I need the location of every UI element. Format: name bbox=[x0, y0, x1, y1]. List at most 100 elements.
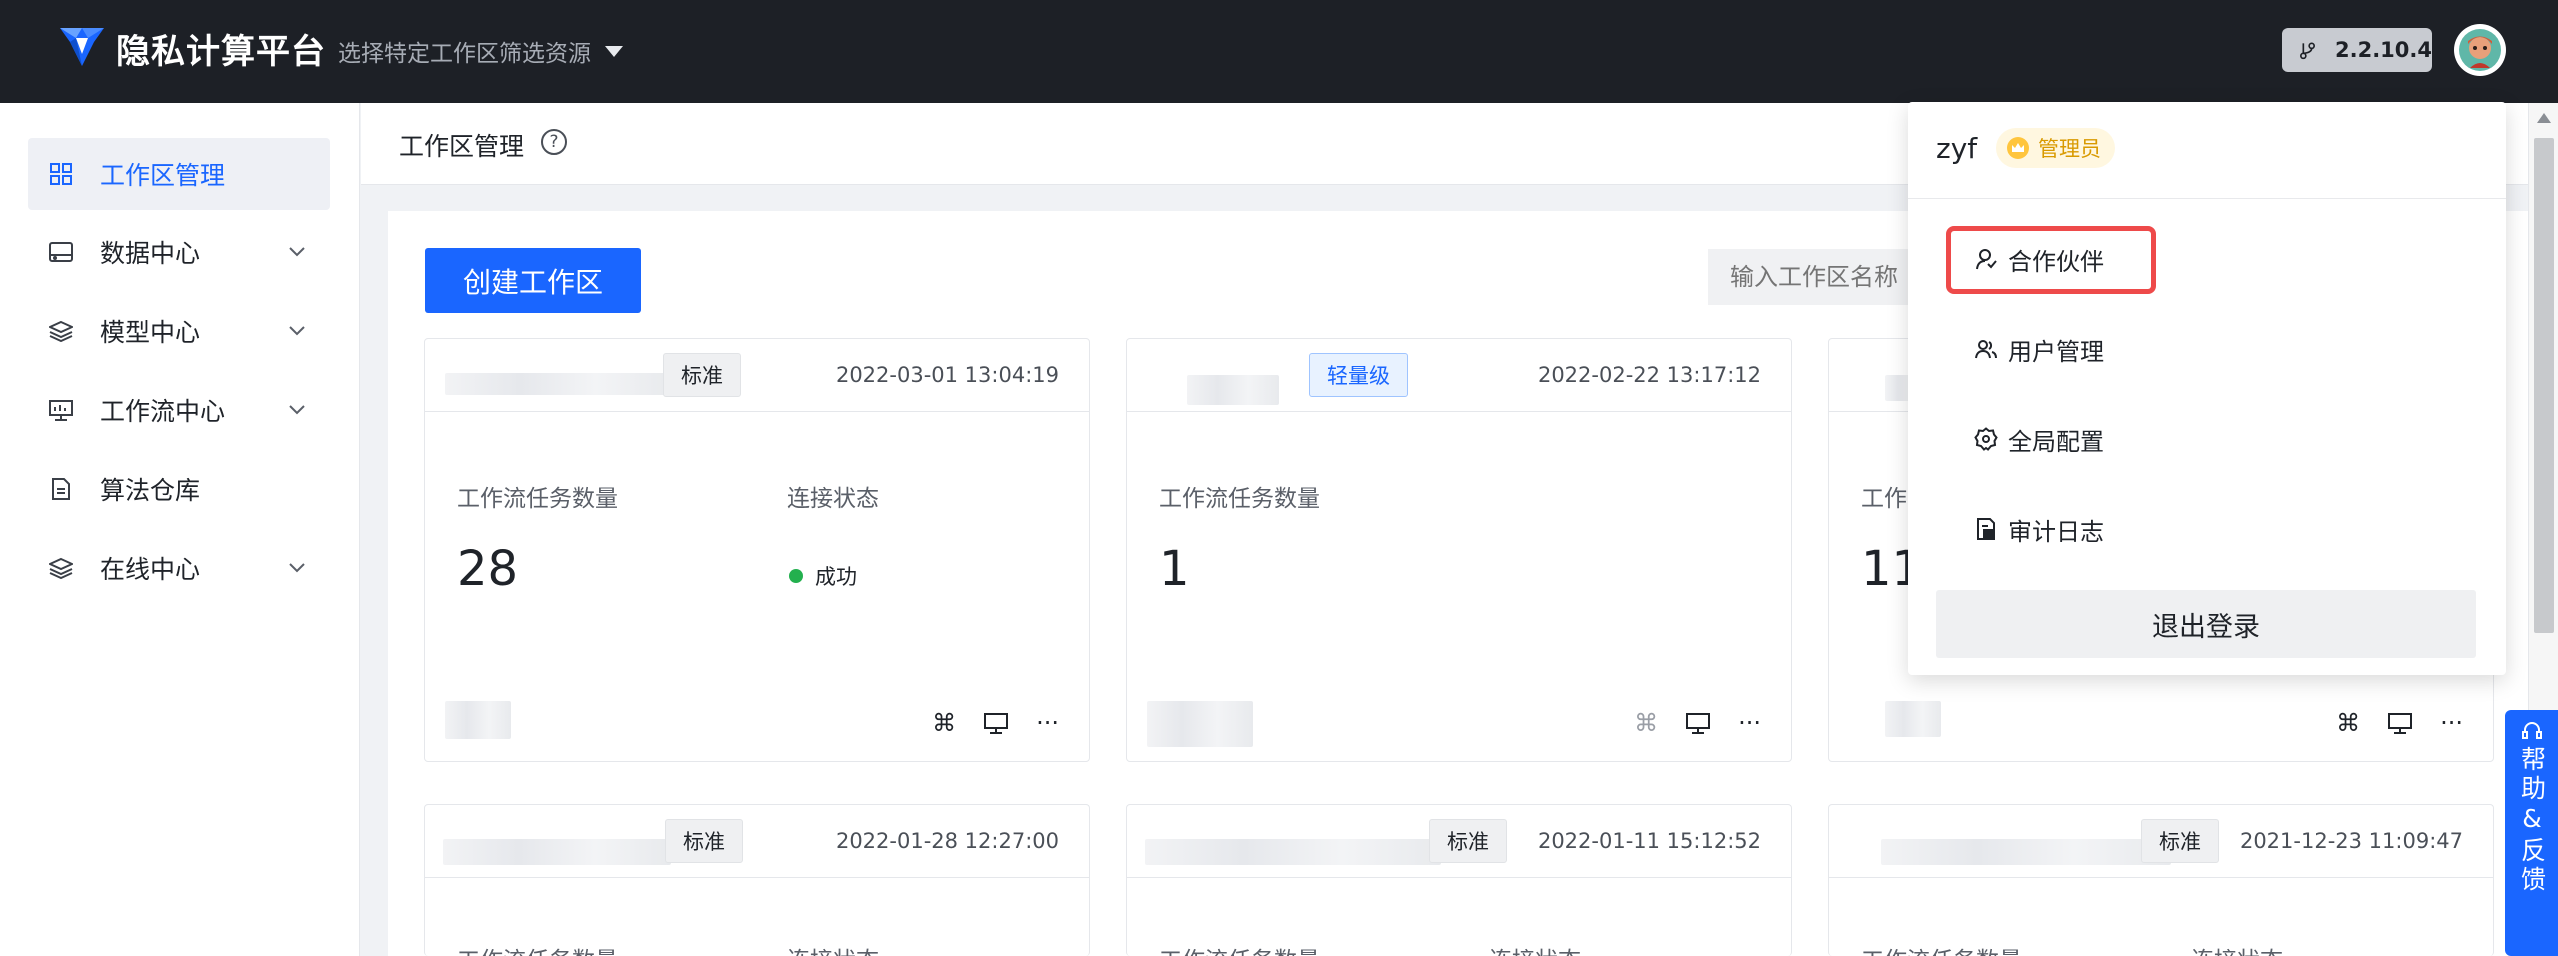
card-actions: ⌘ ··· bbox=[2336, 709, 2463, 737]
gear-icon bbox=[1974, 427, 1998, 451]
menu-item-label: 审计日志 bbox=[2008, 517, 2104, 546]
card-date: 2022-03-01 13:04:19 bbox=[835, 363, 1059, 387]
card-header: 标准 2022-01-11 15:12:52 bbox=[1127, 805, 1791, 878]
role-badge: 管理员 bbox=[1996, 128, 2115, 168]
tasks-label: 工作流任务数量 bbox=[1159, 941, 1320, 956]
redacted-name bbox=[1145, 839, 1441, 865]
connection-label: 连接状态 bbox=[787, 486, 879, 512]
connection-status: 成功 bbox=[789, 561, 857, 591]
workspace-type-tag: 标准 bbox=[663, 353, 741, 397]
sidebar-item-workspace[interactable]: 工作区管理 bbox=[28, 138, 330, 210]
chevron-down-icon bbox=[289, 405, 305, 415]
workspace-card[interactable]: 标准 2021-12-23 11:09:47 工作流任务数量 连接状态 bbox=[1828, 804, 2494, 956]
menu-item-label: 全局配置 bbox=[2008, 427, 2104, 456]
drive-icon bbox=[48, 239, 74, 265]
create-workspace-button[interactable]: 创建工作区 bbox=[425, 248, 641, 313]
sidebar-item-label: 算法仓库 bbox=[100, 476, 201, 505]
connection-label: 连接状态 bbox=[787, 941, 879, 956]
menu-item-global-config[interactable]: 全局配置 bbox=[1974, 419, 2104, 459]
connection-label: 连接状态 bbox=[1489, 941, 1581, 956]
redacted-name bbox=[1187, 375, 1279, 405]
divider bbox=[1908, 198, 2506, 199]
branch-icon bbox=[2300, 42, 2315, 60]
workspace-type-tag: 标准 bbox=[2141, 819, 2219, 863]
brand-title[interactable]: 隐私计算平台 bbox=[116, 24, 326, 73]
sidebar: 工作区管理 数据中心 模型中心 工作流中心 算法仓库 在线中心 bbox=[0, 103, 360, 956]
users-icon bbox=[1975, 340, 1997, 359]
tasks-count: 1 bbox=[1159, 541, 1190, 597]
command-icon[interactable]: ⌘ bbox=[2336, 709, 2360, 737]
workspace-type-tag: 标准 bbox=[1429, 819, 1507, 863]
workspace-filter-label: 选择特定工作区筛选资源 bbox=[338, 41, 591, 67]
command-icon[interactable]: ⌘ bbox=[1634, 709, 1658, 737]
menu-item-audit-log[interactable]: 审计日志 bbox=[1974, 509, 2104, 549]
audit-log-icon bbox=[1977, 518, 1995, 540]
menu-item-label: 用户管理 bbox=[2008, 337, 2104, 366]
redacted-owner bbox=[1885, 701, 1941, 737]
grid-icon bbox=[48, 161, 74, 187]
redacted-name bbox=[445, 373, 671, 395]
status-dot-icon bbox=[789, 569, 803, 583]
menu-item-partners[interactable]: 合作伙伴 bbox=[1974, 239, 2104, 279]
top-bar: 隐私计算平台 选择特定工作区筛选资源 2.2.10.4 bbox=[0, 0, 2558, 103]
sidebar-item-label: 数据中心 bbox=[100, 239, 201, 268]
sidebar-item-label: 模型中心 bbox=[100, 318, 201, 347]
card-date: 2021-12-23 11:09:47 bbox=[2239, 829, 2463, 853]
monitor-icon[interactable] bbox=[1686, 712, 1711, 734]
more-icon[interactable]: ··· bbox=[2440, 709, 2463, 737]
tasks-label: 工作流任务数量 bbox=[1861, 941, 2022, 956]
sidebar-item-workflow-center[interactable]: 工作流中心 bbox=[28, 374, 330, 446]
monitor-icon[interactable] bbox=[2388, 712, 2413, 734]
workspace-card[interactable]: 标准 2022-01-28 12:27:00 工作流任务数量 连接状态 bbox=[424, 804, 1090, 956]
tasks-label: 工作 bbox=[1861, 486, 1907, 512]
workspace-card[interactable]: 标准 2022-01-11 15:12:52 工作流任务数量 连接状态 bbox=[1126, 804, 1792, 956]
redacted-name bbox=[443, 839, 671, 865]
sidebar-item-model-center[interactable]: 模型中心 bbox=[28, 295, 330, 367]
sidebar-item-data-center[interactable]: 数据中心 bbox=[28, 216, 330, 288]
logo-icon[interactable] bbox=[56, 24, 108, 70]
card-date: 2022-01-11 15:12:52 bbox=[1537, 829, 1761, 853]
command-icon[interactable]: ⌘ bbox=[932, 709, 956, 737]
card-date: 2022-02-22 13:17:12 bbox=[1537, 363, 1761, 387]
card-header: 轻量级 2022-02-22 13:17:12 bbox=[1127, 339, 1791, 412]
sidebar-item-algorithm-repo[interactable]: 算法仓库 bbox=[28, 453, 330, 525]
menu-item-user-management[interactable]: 用户管理 bbox=[1974, 329, 2104, 369]
menu-item-label: 合作伙伴 bbox=[2008, 247, 2104, 276]
tasks-count: 28 bbox=[457, 541, 519, 597]
card-header: 标准 2021-12-23 11:09:47 bbox=[1829, 805, 2493, 878]
redacted-owner bbox=[445, 701, 511, 739]
sidebar-item-label: 工作流中心 bbox=[100, 397, 226, 426]
partner-icon bbox=[1976, 249, 1997, 270]
help-icon[interactable]: ? bbox=[541, 129, 567, 155]
crown-icon bbox=[2007, 137, 2029, 159]
workspace-type-tag: 标准 bbox=[665, 819, 743, 863]
scroll-up-arrow-icon[interactable] bbox=[2537, 113, 2551, 123]
page-title: 工作区管理 bbox=[399, 132, 525, 161]
card-header: 标准 2022-03-01 13:04:19 bbox=[425, 339, 1089, 412]
monitor-icon bbox=[48, 397, 74, 423]
workspace-filter-dropdown[interactable]: 选择特定工作区筛选资源 bbox=[338, 34, 623, 68]
redacted-owner bbox=[1147, 701, 1253, 747]
card-actions: ⌘ ··· bbox=[1634, 709, 1761, 737]
more-icon[interactable]: ··· bbox=[1738, 709, 1761, 737]
help-feedback-button[interactable]: 帮助&反馈 bbox=[2505, 710, 2558, 956]
monitor-icon[interactable] bbox=[984, 712, 1009, 734]
chevron-down-icon bbox=[289, 326, 305, 336]
avatar[interactable] bbox=[2454, 24, 2506, 76]
tasks-label: 工作流任务数量 bbox=[457, 486, 618, 512]
layers-icon bbox=[48, 555, 74, 581]
scrollbar-thumb[interactable] bbox=[2534, 138, 2554, 633]
layers-icon bbox=[48, 318, 74, 344]
avatar-icon bbox=[2459, 29, 2501, 71]
workspace-card[interactable]: 标准 2022-03-01 13:04:19 工作流任务数量 28 连接状态 成… bbox=[424, 338, 1090, 762]
more-icon[interactable]: ··· bbox=[1036, 709, 1059, 737]
user-menu-dropdown: zyf 管理员 合作伙伴 用户管理 全局配置 审计日志 退出登录 bbox=[1908, 102, 2506, 675]
sidebar-item-online-center[interactable]: 在线中心 bbox=[28, 532, 330, 604]
connection-status-text: 成功 bbox=[815, 565, 857, 589]
card-actions: ⌘ ··· bbox=[932, 709, 1059, 737]
connection-label: 连接状态 bbox=[2191, 941, 2283, 956]
logout-button[interactable]: 退出登录 bbox=[1936, 590, 2476, 658]
headset-icon bbox=[2521, 722, 2542, 739]
version-badge[interactable]: 2.2.10.4 bbox=[2282, 28, 2432, 72]
workspace-card[interactable]: 轻量级 2022-02-22 13:17:12 工作流任务数量 1 ⌘ ··· bbox=[1126, 338, 1792, 762]
